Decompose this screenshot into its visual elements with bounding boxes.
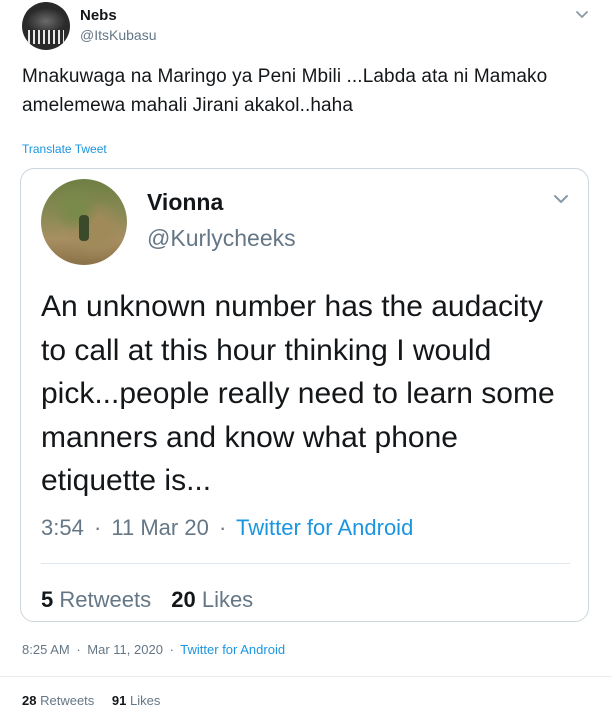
divider — [41, 563, 570, 564]
avatar-image-detail — [28, 30, 64, 44]
retweets-count: 28 — [22, 693, 37, 708]
quoted-tweet-source[interactable]: Twitter for Android — [236, 515, 413, 540]
avatar-image-detail — [26, 8, 66, 30]
tweet-time[interactable]: 8:25 AM — [22, 642, 70, 657]
quoted-retweets-count: 5 — [41, 587, 54, 612]
chevron-down-icon[interactable] — [551, 189, 571, 209]
quoted-likes-stat[interactable]: 20 Likes — [171, 587, 253, 612]
translate-tweet-link[interactable]: Translate Tweet — [22, 142, 107, 156]
quoted-author-avatar[interactable] — [41, 179, 127, 265]
chevron-down-icon[interactable] — [574, 6, 590, 22]
likes-count: 91 — [111, 693, 127, 708]
quoted-tweet[interactable]: Vionna @Kurlycheeks An unknown number ha… — [20, 168, 589, 622]
separator: · — [169, 642, 174, 657]
likes-label: Likes — [130, 693, 161, 708]
retweets-stat[interactable]: 28 Retweets — [22, 693, 94, 708]
author-handle[interactable]: @ItsKubasu — [80, 27, 156, 43]
tweet-date[interactable]: Mar 11, 2020 — [87, 642, 163, 657]
quoted-tweet-text: An unknown number has the au­dacity to c… — [41, 290, 555, 497]
tweet-stats: 28 Retweets 91 Likes — [22, 693, 160, 708]
quoted-likes-label: Likes — [201, 587, 254, 612]
author-avatar[interactable] — [22, 2, 70, 50]
avatar-image-detail — [79, 215, 89, 241]
quoted-retweets-label: Retweets — [59, 587, 152, 612]
separator: · — [76, 642, 81, 657]
likes-stat[interactable]: 91 Likes — [112, 693, 160, 708]
quoted-author-handle[interactable]: @Kurlycheeks — [147, 225, 296, 252]
tweet-text: Mnakuwaga na Maringo ya Peni Mbili ...La… — [22, 66, 548, 116]
author-name[interactable]: Nebs — [80, 7, 117, 24]
tweet-meta: 8:25 AM · Mar 11, 2020 · Twitter for And… — [22, 642, 285, 657]
quoted-author-name[interactable]: Vionna — [147, 189, 223, 216]
quoted-likes-count: 20 — [171, 587, 196, 612]
tweet-card: Nebs @ItsKubasu Mnakuwaga na Maringo ya … — [0, 0, 612, 726]
quoted-tweet-time[interactable]: 3:54 — [41, 515, 84, 540]
separator: · — [218, 515, 227, 540]
tweet-source[interactable]: Twitter for Android — [180, 642, 285, 657]
divider — [0, 676, 612, 677]
quoted-tweet-stats: 5 Retweets 20 Likes — [41, 587, 253, 613]
quoted-tweet-meta: 3:54 · 11 Mar 20 · Twitter for Android — [41, 515, 413, 541]
separator: · — [93, 515, 102, 540]
retweets-label: Retweets — [40, 693, 95, 708]
quoted-retweets-stat[interactable]: 5 Retweets — [41, 587, 151, 612]
quoted-tweet-date[interactable]: 11 Mar 20 — [111, 515, 208, 540]
